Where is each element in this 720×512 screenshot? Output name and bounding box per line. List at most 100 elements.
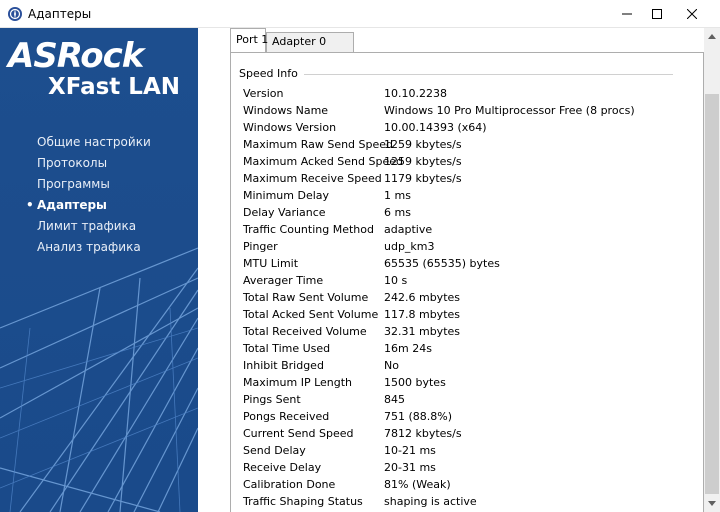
info-row: Pongs Received 751 (88.8%) xyxy=(243,408,683,425)
info-key: Total Received Volume xyxy=(243,325,367,338)
scroll-thumb[interactable] xyxy=(705,94,719,494)
info-row: MTU Limit 65535 (65535) bytes xyxy=(243,255,683,272)
info-key: Maximum Raw Send Speed xyxy=(243,138,394,151)
close-button[interactable] xyxy=(675,0,709,28)
info-row: Calibration Done 81% (Weak) xyxy=(243,476,683,493)
info-key: Minimum Delay xyxy=(243,189,330,202)
info-row: Current Send Speed 7812 kbytes/s xyxy=(243,425,683,442)
info-value: 65535 (65535) bytes xyxy=(384,257,500,270)
info-row: Version 10.10.2238 xyxy=(243,85,683,102)
maximize-icon xyxy=(652,9,662,19)
logo-brand-text: ASRock xyxy=(8,36,144,76)
info-key: Receive Delay xyxy=(243,461,322,474)
info-value: 7812 kbytes/s xyxy=(384,427,462,440)
info-value: 117.8 mbytes xyxy=(384,308,461,321)
info-key: Current Send Speed xyxy=(243,427,354,440)
sidebar-item-label: Лимит трафика xyxy=(37,219,137,233)
info-key: Windows Version xyxy=(243,121,337,134)
info-key: Windows Name xyxy=(243,104,329,117)
sidebar-item-protocols[interactable]: Протоколы xyxy=(0,153,198,174)
tab-port-1[interactable]: Port 1 xyxy=(230,28,268,52)
minimize-icon xyxy=(622,13,632,15)
info-row: Minimum Delay 1 ms xyxy=(243,187,683,204)
info-value: 1259 kbytes/s xyxy=(384,138,462,151)
group-divider xyxy=(293,74,673,75)
info-key: Version xyxy=(243,87,284,100)
title-bar: Адаптеры xyxy=(0,0,720,28)
info-row: Pings Sent 845 xyxy=(243,391,683,408)
info-value: 1500 bytes xyxy=(384,376,446,389)
info-value: 16m 24s xyxy=(384,342,432,355)
info-key: Inhibit Bridged xyxy=(243,359,324,372)
sidebar-item-label: Программы xyxy=(37,177,110,191)
sidebar-item-label: Анализ трафика xyxy=(37,240,141,254)
sidebar-nav: Общие настройки Протоколы Программы • Ад… xyxy=(0,132,198,258)
info-key: Pings Sent xyxy=(243,393,301,406)
info-value: Windows 10 Pro Multiprocessor Free (8 pr… xyxy=(384,104,635,117)
info-row: Total Raw Sent Volume 242.6 mbytes xyxy=(243,289,683,306)
info-value: 10.10.2238 xyxy=(384,87,447,100)
sidebar-item-traffic-limit[interactable]: Лимит трафика xyxy=(0,216,198,237)
info-key: Total Acked Sent Volume xyxy=(243,308,379,321)
info-value: 1259 kbytes/s xyxy=(384,155,462,168)
tab-adapter-0[interactable]: Adapter 0 xyxy=(266,32,354,52)
info-key: Maximum Acked Send Speed xyxy=(243,155,403,168)
scroll-down-button[interactable] xyxy=(704,495,720,512)
info-value: 32.31 mbytes xyxy=(384,325,461,338)
info-value: shaping is active xyxy=(384,495,477,508)
sidebar-item-traffic-analysis[interactable]: Анализ трафика xyxy=(0,237,198,258)
info-key: Total Time Used xyxy=(243,342,331,355)
info-value: 10.00.14393 (x64) xyxy=(384,121,487,134)
info-row: Total Acked Sent Volume 117.8 mbytes xyxy=(243,306,683,323)
info-key: Maximum Receive Speed xyxy=(243,172,382,185)
sidebar-item-adapters[interactable]: • Адаптеры xyxy=(0,195,198,216)
info-row: Receive Delay 20-31 ms xyxy=(243,459,683,476)
tab-panel: Speed Info Version 10.10.2238 Windows Nam… xyxy=(230,52,704,512)
info-value: 845 xyxy=(384,393,405,406)
info-row: Traffic Shaping Status shaping is active xyxy=(243,493,683,510)
info-key: Total Raw Sent Volume xyxy=(243,291,369,304)
info-value: 10-21 ms xyxy=(384,444,436,457)
info-row: Total Time Used 16m 24s xyxy=(243,340,683,357)
sidebar-item-label: Протоколы xyxy=(37,156,108,170)
speed-info-title: Speed Info xyxy=(239,67,304,80)
info-key: Delay Variance xyxy=(243,206,326,219)
close-icon xyxy=(687,9,697,19)
info-key: Traffic Counting Method xyxy=(243,223,374,236)
sidebar-item-programs[interactable]: Программы xyxy=(0,174,198,195)
minimize-button[interactable] xyxy=(610,0,644,28)
info-value: No xyxy=(384,359,399,372)
sidebar: ASRock XFast LAN Общие настройки Протоко… xyxy=(0,28,198,512)
sidebar-item-label: Общие настройки xyxy=(37,135,151,149)
info-value: adaptive xyxy=(384,223,433,236)
info-row: Pinger udp_km3 xyxy=(243,238,683,255)
info-value: 6 ms xyxy=(384,206,411,219)
info-row: Windows Version 10.00.14393 (x64) xyxy=(243,119,683,136)
info-key: Maximum IP Length xyxy=(243,376,353,389)
window-title: Адаптеры xyxy=(28,7,92,21)
info-key: MTU Limit xyxy=(243,257,299,270)
info-value: 751 (88.8%) xyxy=(384,410,453,423)
info-key: Pinger xyxy=(243,240,278,253)
info-row: Delay Variance 6 ms xyxy=(243,204,683,221)
info-key: Averager Time xyxy=(243,274,324,287)
vertical-scrollbar[interactable] xyxy=(704,28,720,512)
info-value: 10 s xyxy=(384,274,408,287)
main-content: Port 1 Adapter 0 Speed Info Version 10.10… xyxy=(198,28,704,512)
sidebar-item-label: Адаптеры xyxy=(37,198,107,212)
asrock-logo: ASRock XFast LAN xyxy=(8,36,192,108)
info-value: 1179 kbytes/s xyxy=(384,172,462,185)
info-row: Send Delay 10-21 ms xyxy=(243,442,683,459)
info-row: Maximum Acked Send Speed 1259 kbytes/s xyxy=(243,153,683,170)
info-row: Inhibit Bridged No xyxy=(243,357,683,374)
info-value: 81% (Weak) xyxy=(384,478,451,491)
info-row: Traffic Counting Method adaptive xyxy=(243,221,683,238)
active-bullet-icon: • xyxy=(26,198,34,212)
info-value: 1 ms xyxy=(384,189,411,202)
maximize-button[interactable] xyxy=(640,0,674,28)
info-row: Averager Time 10 s xyxy=(243,272,683,289)
sidebar-item-general-settings[interactable]: Общие настройки xyxy=(0,132,198,153)
info-row: Windows Name Windows 10 Pro Multiprocesso… xyxy=(243,102,683,119)
info-value: udp_km3 xyxy=(384,240,435,253)
scroll-up-button[interactable] xyxy=(704,28,720,45)
